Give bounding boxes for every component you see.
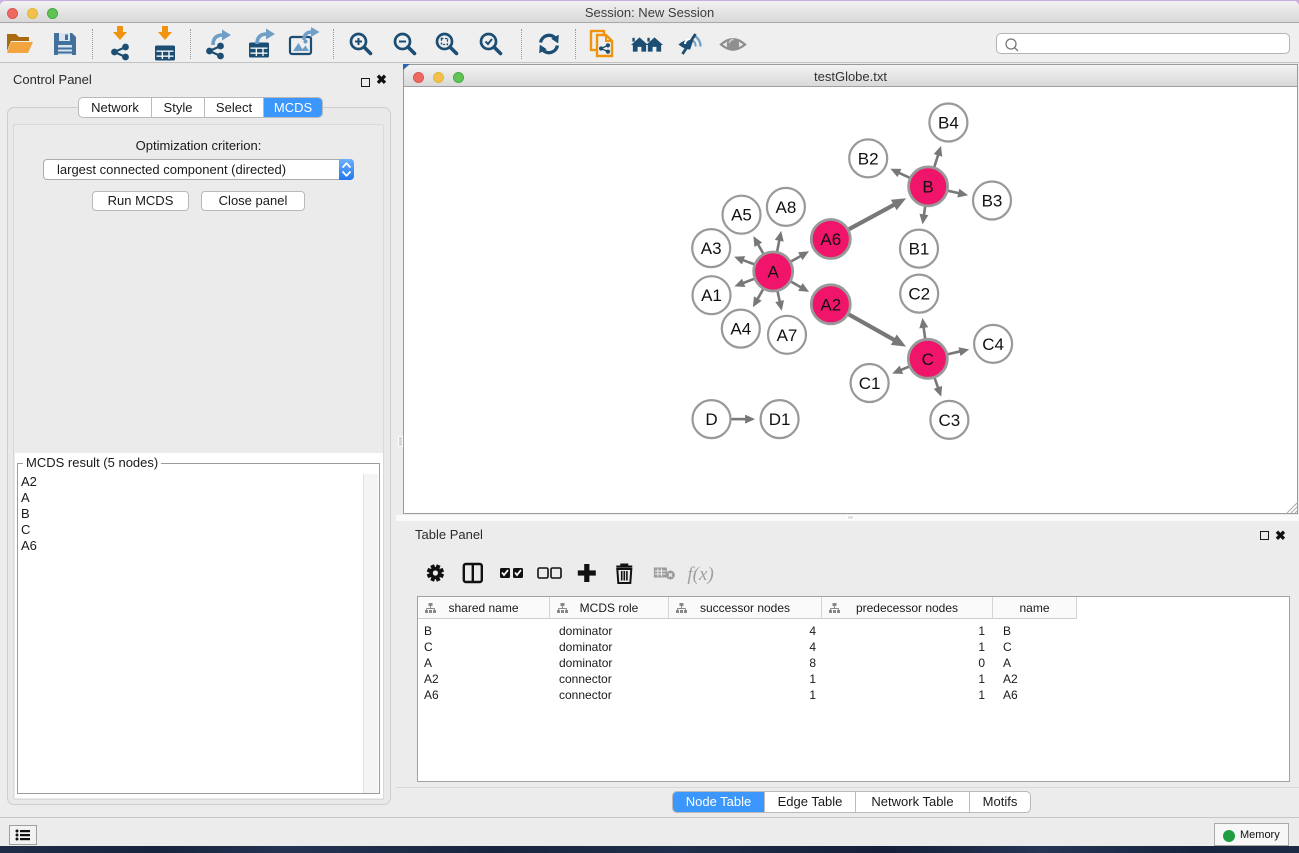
- svg-text:B: B: [922, 177, 933, 196]
- svg-text:f(x): f(x): [687, 564, 713, 585]
- svg-text:B3: B3: [982, 192, 1003, 211]
- svg-text:A7: A7: [777, 326, 798, 345]
- svg-text:D: D: [705, 410, 717, 429]
- svg-text:A1: A1: [701, 286, 722, 305]
- svg-text:A: A: [768, 263, 780, 282]
- svg-text:B4: B4: [938, 114, 959, 133]
- svg-text:C3: C3: [939, 411, 961, 430]
- svg-text:A8: A8: [776, 198, 797, 217]
- svg-text:C2: C2: [908, 285, 930, 304]
- svg-text:D1: D1: [769, 410, 791, 429]
- svg-text:A5: A5: [731, 206, 752, 225]
- svg-text:A3: A3: [701, 239, 722, 258]
- svg-text:A4: A4: [730, 320, 751, 339]
- svg-text:B2: B2: [858, 149, 879, 168]
- svg-text:C: C: [922, 350, 934, 369]
- svg-text:A6: A6: [820, 230, 841, 249]
- svg-text:C4: C4: [982, 335, 1004, 354]
- svg-text:C1: C1: [859, 374, 881, 393]
- svg-text:A2: A2: [820, 295, 841, 314]
- svg-text:B1: B1: [909, 240, 930, 259]
